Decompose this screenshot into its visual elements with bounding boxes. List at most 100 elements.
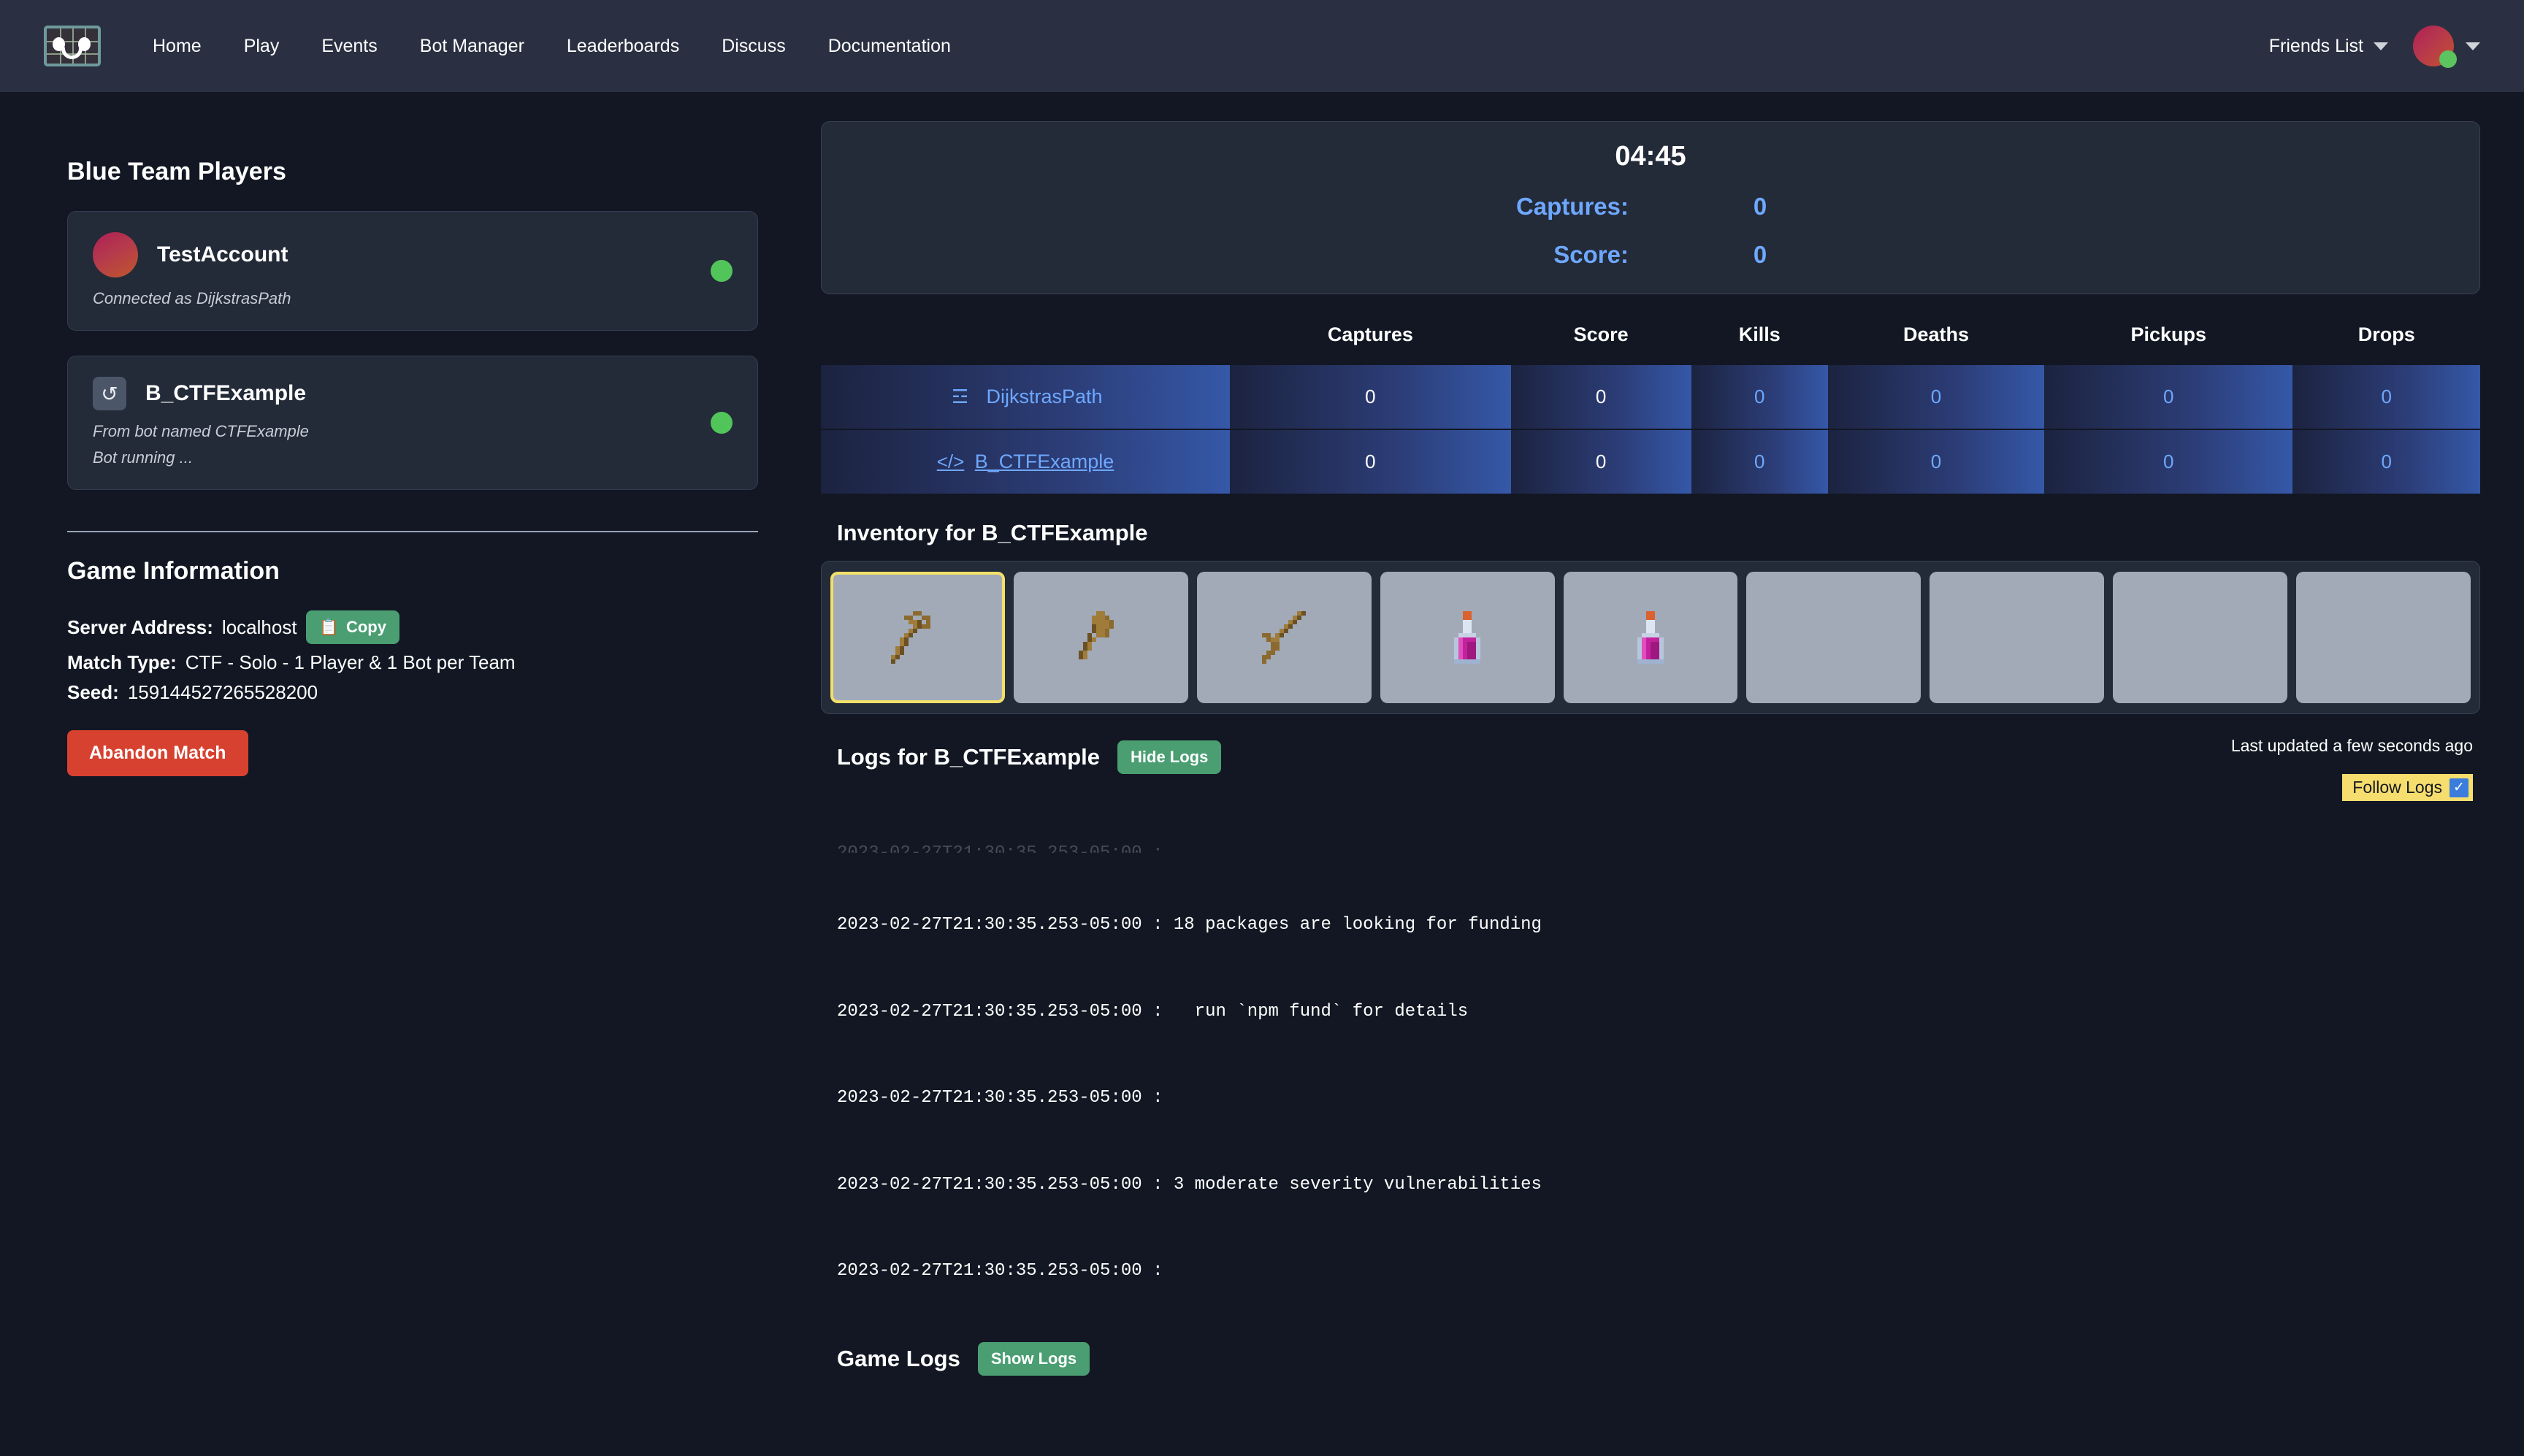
- inventory-slot-8[interactable]: [2113, 572, 2287, 703]
- inventory-slot-3[interactable]: [1197, 572, 1372, 703]
- cell-deaths: 0: [1828, 429, 2044, 494]
- abandon-match-button[interactable]: Abandon Match: [67, 730, 248, 776]
- game-information-title: Game Information: [67, 557, 781, 586]
- friends-list-dropdown[interactable]: Friends List: [2269, 36, 2388, 57]
- hide-logs-button[interactable]: Hide Logs: [1117, 740, 1221, 774]
- log-line: 2023-02-27T21:30:35.253-05:00 :: [837, 1084, 2480, 1113]
- cell-drops: 0: [2292, 429, 2480, 494]
- nav-link-home[interactable]: Home: [131, 36, 223, 57]
- inventory-slot-2[interactable]: [1014, 572, 1188, 703]
- main-content: 04:45 Captures: 0 Score: 0 Captures Scor…: [821, 121, 2480, 1376]
- navbar-right: Friends List: [2269, 26, 2480, 66]
- bot-log-output[interactable]: 2023-02-27T21:30:35.253-05:00 : 2023-02-…: [837, 781, 2480, 1322]
- sync-refresh-icon: ↺: [93, 377, 126, 410]
- col-pickups: Pickups: [2044, 313, 2292, 365]
- cell-captures: 0: [1230, 429, 1511, 494]
- inventory-slot-9[interactable]: [2296, 572, 2471, 703]
- cell-drops: 0: [2292, 365, 2480, 429]
- player-name: TestAccount: [157, 242, 288, 267]
- inventory-slot-5[interactable]: [1564, 572, 1738, 703]
- player-status-text: Bot running ...: [93, 448, 733, 467]
- col-player: [821, 313, 1230, 365]
- inventory-slot-4[interactable]: [1380, 572, 1555, 703]
- nav-link-bot-manager[interactable]: Bot Manager: [399, 36, 546, 57]
- copy-button-label: Copy: [346, 618, 386, 637]
- cell-kills: 0: [1691, 429, 1829, 494]
- nav-link-documentation[interactable]: Documentation: [807, 36, 972, 57]
- magenta-potion-icon: [1615, 602, 1686, 673]
- scoreboard-panel: 04:45 Captures: 0 Score: 0: [821, 121, 2480, 294]
- log-line: 2023-02-27T21:30:35.253-05:00 : 18 packa…: [837, 911, 2480, 940]
- player-name: DijkstrasPath: [986, 386, 1102, 408]
- cell-pickups: 0: [2044, 365, 2292, 429]
- nav-link-events[interactable]: Events: [300, 36, 398, 57]
- top-navbar: Home Play Events Bot Manager Leaderboard…: [0, 0, 2524, 92]
- score-label: Score:: [1410, 241, 1629, 269]
- follow-logs-checkbox[interactable]: ✓: [2450, 778, 2468, 797]
- wooden-axe-icon: [1066, 602, 1136, 673]
- player-card-human[interactable]: TestAccount Connected as DijkstrasPath: [67, 211, 758, 331]
- follow-logs-toggle[interactable]: Follow Logs ✓: [2342, 774, 2473, 801]
- player-subtitle: From bot named CTFExample: [93, 422, 733, 441]
- copy-button[interactable]: 📋 Copy: [306, 610, 399, 644]
- nav-links: Home Play Events Bot Manager Leaderboard…: [131, 36, 972, 57]
- cell-deaths: 0: [1828, 365, 2044, 429]
- last-updated-text: Last updated a few seconds ago: [2231, 736, 2473, 756]
- player-cell: ☲ DijkstrasPath: [821, 365, 1230, 429]
- match-type-value: CTF - Solo - 1 Player & 1 Bot per Team: [186, 651, 516, 674]
- table-row: </> B_CTFExample 0 0 0 0 0 0: [821, 429, 2480, 494]
- fingerprint-icon: ☲: [948, 386, 971, 408]
- match-clock: 04:45: [822, 141, 2479, 172]
- inventory-slot-7[interactable]: [1930, 572, 2104, 703]
- col-captures: Captures: [1230, 313, 1511, 365]
- player-card-bot[interactable]: ↺ B_CTFExample From bot named CTFExample…: [67, 356, 758, 490]
- inventory-bar: [821, 561, 2480, 714]
- server-address-row: Server Address: localhost 📋 Copy: [67, 610, 758, 644]
- col-drops: Drops: [2292, 313, 2480, 365]
- seed-label: Seed:: [67, 681, 119, 704]
- follow-logs-label: Follow Logs: [2352, 778, 2442, 797]
- player-cell: </> B_CTFExample: [821, 429, 1230, 494]
- cell-pickups: 0: [2044, 429, 2292, 494]
- col-score: Score: [1511, 313, 1691, 365]
- code-brackets-icon: </>: [937, 451, 960, 473]
- player-link[interactable]: ☲ DijkstrasPath: [948, 386, 1102, 408]
- show-logs-button[interactable]: Show Logs: [978, 1342, 1090, 1376]
- cell-score: 0: [1511, 365, 1691, 429]
- player-name: B_CTFExample: [975, 451, 1114, 473]
- nav-link-discuss[interactable]: Discuss: [700, 36, 807, 57]
- user-menu[interactable]: [2413, 26, 2480, 66]
- col-kills: Kills: [1691, 313, 1829, 365]
- chevron-down-icon: [2466, 42, 2480, 50]
- inventory-slot-1[interactable]: [830, 572, 1005, 703]
- nav-link-play[interactable]: Play: [223, 36, 301, 57]
- grid-smiley-logo-icon[interactable]: [44, 26, 101, 66]
- player-link[interactable]: </> B_CTFExample: [937, 451, 1114, 473]
- cell-captures: 0: [1230, 365, 1511, 429]
- status-badge: [711, 260, 733, 282]
- score-row: Score: 0: [822, 241, 2479, 269]
- abandon-match-wrap: Abandon Match: [67, 730, 758, 776]
- cell-kills: 0: [1691, 365, 1829, 429]
- page-body: Blue Team Players TestAccount Connected …: [0, 92, 2524, 1376]
- section-divider: [67, 531, 758, 532]
- inventory-slot-6[interactable]: [1746, 572, 1921, 703]
- match-type-label: Match Type:: [67, 651, 177, 674]
- clipboard-icon: 📋: [319, 618, 339, 637]
- player-subtitle: Connected as DijkstrasPath: [93, 289, 733, 308]
- seed-value: 159144527265528200: [128, 681, 318, 704]
- match-type-row: Match Type: CTF - Solo - 1 Player & 1 Bo…: [67, 651, 758, 674]
- avatar: [93, 232, 138, 277]
- score-value: 0: [1629, 241, 1892, 269]
- table-row: ☲ DijkstrasPath 0 0 0 0 0 0: [821, 365, 2480, 429]
- nav-link-leaderboards[interactable]: Leaderboards: [546, 36, 700, 57]
- blue-team-players-title: Blue Team Players: [67, 158, 781, 186]
- game-logs-header: Game Logs Show Logs: [837, 1342, 2480, 1376]
- status-badge: [711, 412, 733, 434]
- col-deaths: Deaths: [1828, 313, 2044, 365]
- left-sidebar: Blue Team Players TestAccount Connected …: [44, 121, 781, 1376]
- log-line: 2023-02-27T21:30:35.253-05:00 : run `npm…: [837, 997, 2480, 1027]
- seed-row: Seed: 159144527265528200: [67, 681, 758, 704]
- log-line: 2023-02-27T21:30:35.253-05:00 :: [837, 1257, 2480, 1286]
- avatar: [2413, 26, 2454, 66]
